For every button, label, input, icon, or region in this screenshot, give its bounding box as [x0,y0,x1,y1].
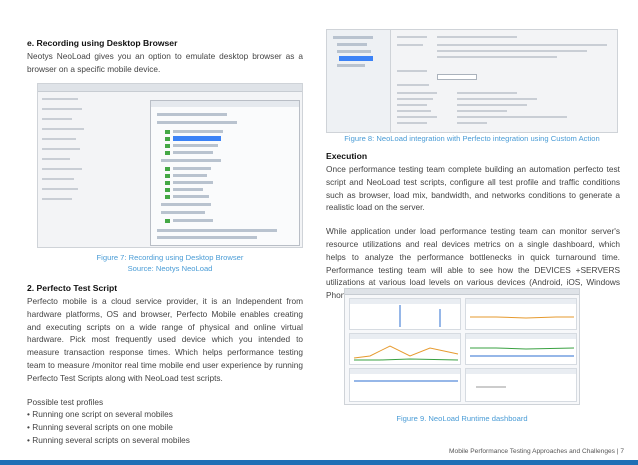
dashboard-chart [349,298,461,330]
figure-7-screenshot [37,83,303,248]
left-column: e. Recording using Desktop Browser Neoty… [27,38,303,76]
list-item: Running several scripts on one mobile [27,421,303,434]
figure-8-caption: Figure 8: NeoLoad integration with Perfe… [344,134,600,143]
footer-band [0,460,638,465]
execution-title: Execution [326,151,368,161]
dashboard-chart [465,333,577,365]
dashboard-chart [349,333,461,365]
profiles-list: Running one script on several mobiles Ru… [27,408,303,446]
profiles-title: Possible test profiles [27,396,104,407]
list-item: Running several scripts on several mobil… [27,434,303,447]
figure-9-screenshot [344,288,580,405]
figure-7-caption-source: Source: Neotys NeoLoad [127,263,213,273]
section-2-body: Perfecto mobile is a cloud service provi… [27,296,303,383]
figure-9-caption: Figure 9. NeoLoad Runtime dashboard [396,414,528,423]
perfecto-section: 2. Perfecto Test Script Perfecto mobile … [27,283,303,446]
figure-7-caption-title: Figure 7: Recording using Desktop Browse… [96,253,244,262]
execution-body-1: Once performance testing team complete b… [326,164,620,213]
dashboard-chart [465,298,577,330]
page-footer: Mobile Performance Testing Approaches an… [449,448,624,455]
section-e-title: e. Recording using Desktop Browser [27,38,178,48]
list-item: Running one script on several mobiles [27,408,303,421]
execution-section: Execution Once performance testing team … [326,151,620,302]
figure-8-screenshot [326,29,618,133]
dashboard-chart [465,368,577,402]
section-e-body: Neotys NeoLoad gives you an option to em… [27,51,303,74]
figure-7-caption: Figure 7: Recording using Desktop Browse… [37,253,303,274]
section-2-title: 2. Perfecto Test Script [27,283,118,293]
dashboard-chart [349,368,461,402]
